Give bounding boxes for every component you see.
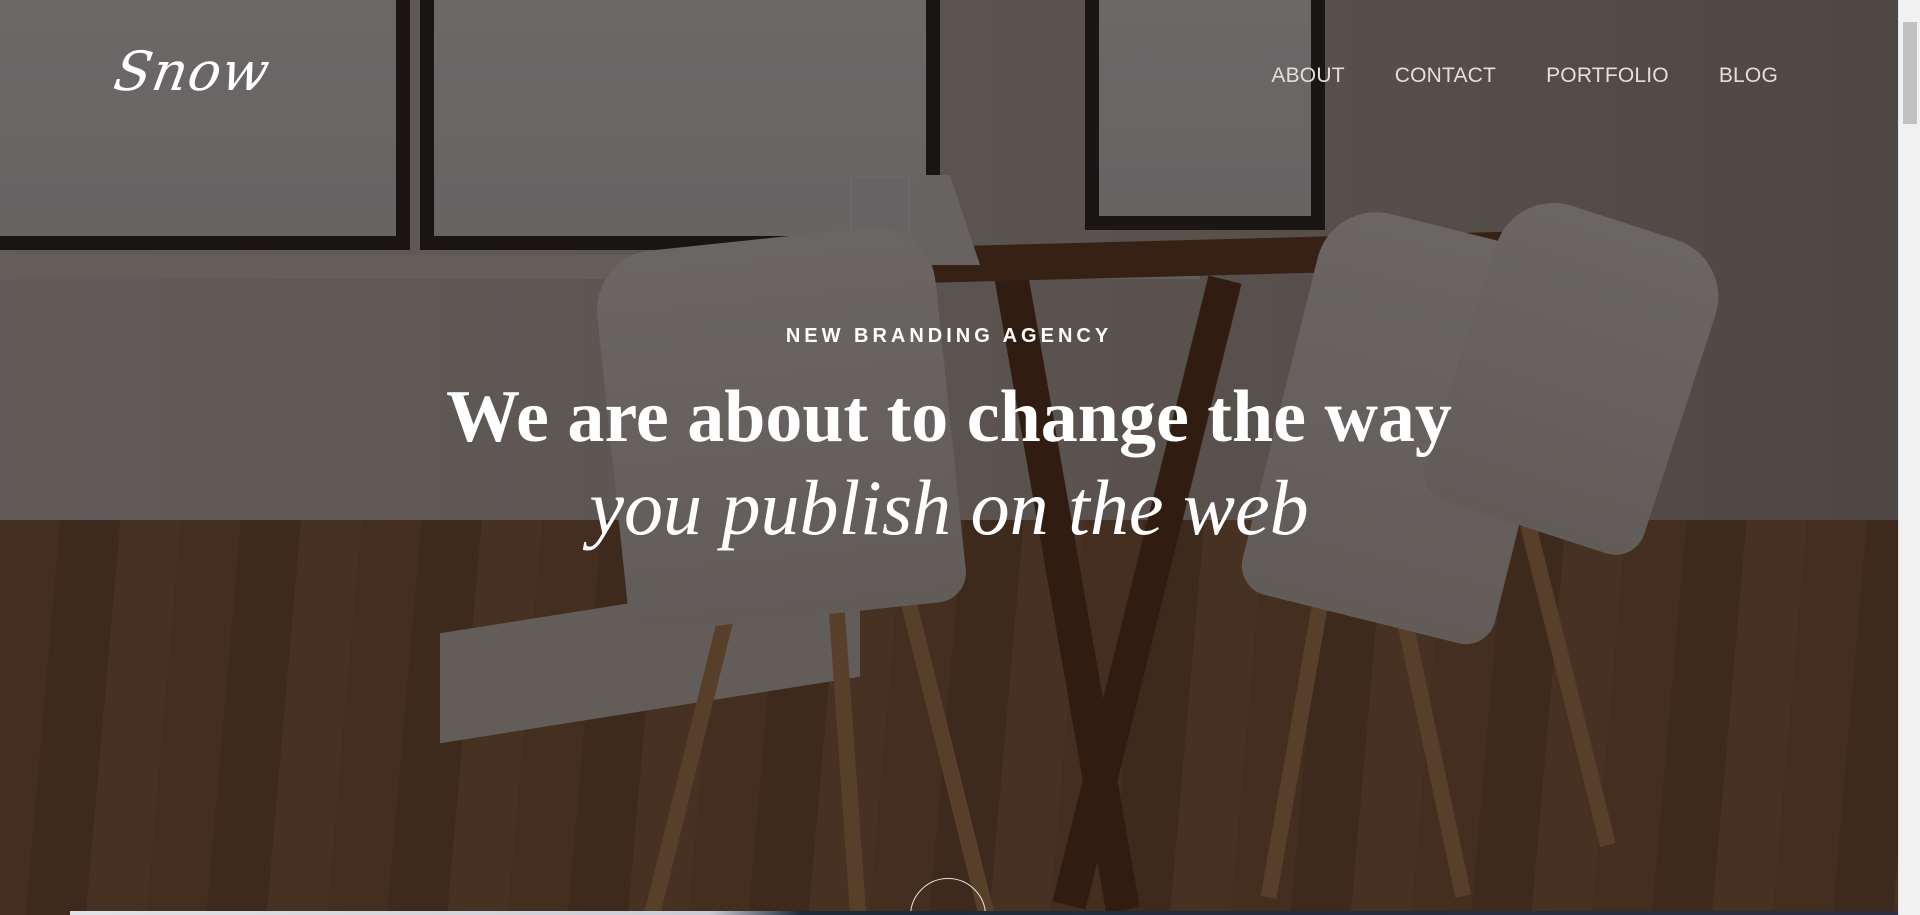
hero-eyebrow: NEW BRANDING AGENCY xyxy=(785,325,1113,347)
hero-headline-line1: We are about to change the way xyxy=(446,376,1452,458)
page-viewport: Snow ABOUT CONTACT PORTFOLIO BLOG NEW BR… xyxy=(0,0,1898,915)
scrollbar-thumb[interactable] xyxy=(1903,22,1917,124)
site-logo[interactable]: Snow xyxy=(109,40,275,103)
main-nav: ABOUT CONTACT PORTFOLIO BLOG xyxy=(1271,64,1778,88)
nav-item-portfolio[interactable]: PORTFOLIO xyxy=(1546,64,1669,88)
nav-item-about[interactable]: ABOUT xyxy=(1271,64,1344,88)
page-scrollbar[interactable] xyxy=(1898,0,1920,915)
hero-headline-line2: you publish on the web xyxy=(589,464,1309,551)
nav-item-blog[interactable]: BLOG xyxy=(1719,64,1778,88)
next-section-edge xyxy=(70,911,1898,915)
nav-item-contact[interactable]: CONTACT xyxy=(1395,64,1496,88)
